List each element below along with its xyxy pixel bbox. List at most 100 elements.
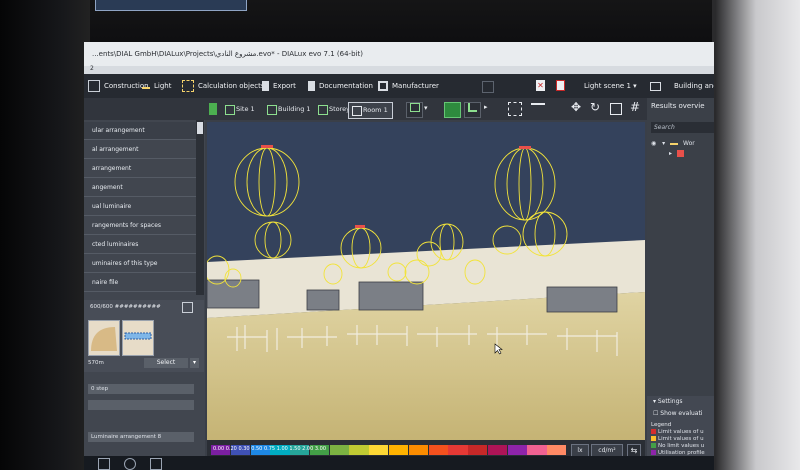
checkbox-label: Show evaluati (660, 410, 703, 417)
menu-label: Documentation (319, 82, 373, 90)
photometry-thumbnail[interactable] (122, 320, 154, 356)
scale-icon[interactable] (610, 103, 622, 115)
chevron-right-icon[interactable]: ▸ (669, 150, 672, 157)
chevron-right-icon[interactable]: ▸ (484, 103, 488, 111)
legend-color-cell (408, 445, 429, 455)
room-render (207, 145, 645, 440)
legend-values: 0.00 0.20 0.30 0.50 0.75 1.00 1.50 2.00 … (213, 446, 326, 452)
3d-viewport[interactable] (207, 122, 645, 440)
cube-icon (409, 103, 420, 112)
solid-view-button[interactable] (444, 102, 461, 118)
list-item[interactable]: naire file (84, 274, 196, 292)
menu-export[interactable]: Export (262, 74, 296, 98)
copy-icon[interactable] (182, 302, 193, 313)
task-view-icon[interactable] (150, 458, 162, 470)
delete-scene-icon[interactable] (556, 80, 565, 91)
red-swatch-icon (651, 429, 656, 434)
menu-documentation[interactable]: Documentation (308, 74, 373, 98)
export-icon (262, 81, 269, 91)
view-mode-button[interactable] (406, 102, 423, 118)
floor-plan-button[interactable] (464, 102, 481, 118)
left-scrollbar[interactable] (196, 120, 204, 295)
results-title: Results overvie (651, 102, 705, 110)
settings-title: ▾ Settings (653, 398, 683, 405)
rotate-icon[interactable]: ↻ (590, 100, 600, 114)
legend-value: 3.00 (314, 446, 327, 452)
tree-row[interactable]: ◉ ▾ Wor (651, 140, 695, 150)
legend-title: Legend (651, 422, 672, 428)
menu-label: Export (273, 82, 296, 90)
menu-manufacturer[interactable]: Manufacturer (378, 74, 439, 98)
list-item[interactable]: uminaires of this type (84, 255, 196, 273)
chevron-down-icon[interactable]: ▾ (424, 104, 428, 112)
title-subbar: 2 (84, 65, 714, 74)
close-scene-icon[interactable]: ✕ (536, 80, 545, 91)
arrangement-name-field[interactable]: Luminaire arrangement 8 (88, 432, 194, 442)
start-icon[interactable] (98, 458, 110, 470)
results-overview-panel: Results overvie Search ◉ ▾ Wor ▸ ▾ Setti… (647, 98, 714, 470)
value-field[interactable] (88, 400, 194, 410)
photometry-icon (124, 332, 152, 340)
legend-value: 0.00 (213, 446, 225, 452)
menu-light[interactable]: Light (142, 74, 171, 98)
luminaire-shape-icon (91, 327, 117, 351)
tab-building[interactable]: Building 1 (264, 102, 315, 117)
move-icon[interactable]: ✥ (571, 100, 581, 114)
list-item[interactable]: rangements for spaces (84, 217, 196, 235)
list-item[interactable]: al arrangement (84, 141, 196, 159)
main-menubar: Construction Light Calculation objects E… (84, 74, 714, 98)
panel-toggle-icon[interactable] (209, 103, 217, 115)
menu-calculation-objects[interactable]: Calculation objects (182, 74, 265, 98)
chevron-down-icon[interactable]: ▾ (190, 358, 199, 368)
list-item[interactable]: arrangement (84, 160, 196, 178)
list-item[interactable]: ular arrangement (84, 122, 196, 140)
measure-icon[interactable] (531, 103, 545, 115)
search-icon[interactable] (124, 458, 136, 470)
step-field[interactable]: 0 step (88, 384, 194, 394)
legend-value: 2.00 (302, 446, 314, 452)
legend-color-cell (349, 445, 369, 455)
building-icon (267, 105, 277, 115)
manufacturer-icon (378, 81, 388, 91)
legend-value: 0.20 (225, 446, 237, 452)
menu-construction[interactable]: Construction (88, 74, 149, 98)
light-icon (142, 83, 150, 89)
legend-color-cell (507, 445, 527, 455)
site-icon (225, 105, 235, 115)
legend-item: No limit values u (651, 443, 705, 450)
chevron-down-icon[interactable]: ▾ (662, 140, 665, 147)
scrollbar-thumb[interactable] (197, 122, 203, 134)
menu-building[interactable]: Building and (674, 74, 714, 98)
list-item[interactable]: ual luminaire (84, 198, 196, 216)
disabled-icon (482, 81, 494, 93)
zoom-extents-icon[interactable] (508, 102, 522, 116)
legend-color-cell (468, 445, 488, 455)
luminaire-thumbnail[interactable] (88, 320, 120, 356)
search-input[interactable]: Search (651, 122, 714, 133)
monitor-icon[interactable] (650, 82, 661, 91)
purple-swatch-icon (651, 450, 656, 455)
legend-item-label: Limit values of u (658, 436, 704, 442)
show-evaluation-checkbox[interactable]: ☐ Show evaluati (653, 410, 702, 417)
documentation-icon (308, 81, 315, 91)
eye-icon[interactable]: ◉ (651, 140, 656, 147)
list-item[interactable]: angement (84, 179, 196, 197)
tab-site[interactable]: Site 1 (222, 102, 259, 117)
construction-icon (88, 80, 100, 92)
light-scene-select[interactable]: Light scene 1 ▾ (584, 74, 637, 98)
tree-row[interactable]: ▸ (651, 150, 695, 160)
product-size: 570m (88, 360, 104, 366)
dialux-window: ...ents\DIAL GmbH\DIALux\Projects\مشروع … (84, 42, 714, 470)
results-tree: ◉ ▾ Wor ▸ (651, 140, 695, 160)
menu-label: Building and (674, 82, 714, 90)
select-button[interactable]: Select (144, 358, 188, 368)
results-legend: Legend Limit values of u Limit values of… (651, 422, 705, 457)
tab-room[interactable]: Room 1 (348, 102, 393, 119)
legend-value: 0.75 (263, 446, 276, 452)
grid-icon[interactable]: # (630, 100, 640, 114)
menu-label: Manufacturer (392, 82, 439, 90)
window-title: ...ents\DIAL GmbH\DIALux\Projects\مشروع … (84, 42, 714, 66)
light-scene-label: Light scene 1 (584, 82, 631, 90)
tab-label: Building 1 (278, 105, 311, 113)
list-item[interactable]: cted luminaires (84, 236, 196, 254)
